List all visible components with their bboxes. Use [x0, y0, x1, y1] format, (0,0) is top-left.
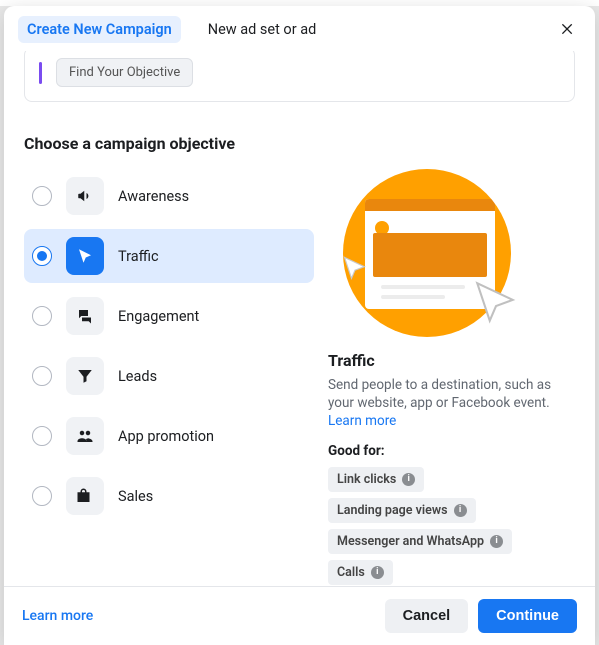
footer-learn-more-link[interactable]: Learn more	[22, 608, 93, 624]
close-icon[interactable]	[559, 20, 577, 38]
objective-awareness[interactable]: Awareness	[24, 169, 314, 223]
modal-body: Find Your Objective Choose a campaign ob…	[4, 51, 595, 586]
objective-list: Awareness Traffic Engagement	[24, 169, 314, 585]
good-for-label: Good for:	[328, 443, 575, 459]
chip-landing-page-views: Landing page views i	[328, 498, 476, 523]
radio-icon	[32, 246, 52, 266]
create-campaign-modal: Create New Campaign New ad set or ad Fin…	[4, 6, 595, 645]
chip-calls: Callsi	[328, 560, 393, 585]
chip-link-clicks: Link clicks i	[328, 467, 424, 492]
objective-leads[interactable]: Leads	[24, 349, 314, 403]
radio-icon	[32, 306, 52, 326]
chip-messenger-whatsapp: Messenger and WhatsApp i	[328, 529, 512, 554]
info-icon[interactable]: i	[371, 566, 384, 579]
objective-detail: Traffic Send people to a destination, su…	[324, 169, 575, 585]
objective-app-promotion[interactable]: App promotion	[24, 409, 314, 463]
detail-title: Traffic	[328, 351, 575, 370]
funnel-icon	[66, 357, 104, 395]
modal-footer: Learn more Cancel Continue	[4, 586, 595, 645]
modal-tabs: Create New Campaign New ad set or ad	[4, 6, 595, 51]
info-icon[interactable]: i	[402, 473, 415, 486]
chip-label: Landing page views	[337, 503, 448, 518]
objective-label: Awareness	[118, 188, 189, 205]
chat-icon	[66, 297, 104, 335]
objective-label: Leads	[118, 368, 157, 385]
find-objective-card: Find Your Objective	[24, 51, 575, 102]
objective-label: Engagement	[118, 308, 199, 325]
radio-icon	[32, 486, 52, 506]
objective-sales[interactable]: Sales	[24, 469, 314, 523]
tab-new-ad-set-or-ad[interactable]: New ad set or ad	[199, 16, 326, 43]
chip-label: Messenger and WhatsApp	[337, 534, 484, 549]
cancel-button[interactable]: Cancel	[385, 599, 469, 633]
section-title: Choose a campaign objective	[24, 134, 575, 153]
chip-label: Link clicks	[337, 472, 396, 487]
objective-traffic[interactable]: Traffic	[24, 229, 314, 283]
tab-create-new-campaign[interactable]: Create New Campaign	[18, 16, 181, 43]
objective-label: Sales	[118, 488, 153, 505]
detail-description-text: Send people to a destination, such as yo…	[328, 377, 551, 411]
detail-learn-more-link[interactable]: Learn more	[328, 413, 396, 429]
radio-icon	[32, 426, 52, 446]
objective-label: Traffic	[118, 248, 159, 265]
bag-icon	[66, 477, 104, 515]
good-for-chips: Link clicks i Landing page views i Messeng…	[328, 467, 575, 585]
radio-icon	[32, 366, 52, 386]
continue-button[interactable]: Continue	[478, 599, 577, 633]
objective-engagement[interactable]: Engagement	[24, 289, 314, 343]
chip-label: Calls	[337, 565, 365, 580]
radio-icon	[32, 186, 52, 206]
cursor-icon	[66, 237, 104, 275]
info-icon[interactable]: i	[454, 504, 467, 517]
objective-label: App promotion	[118, 428, 214, 445]
find-your-objective-button[interactable]: Find Your Objective	[56, 58, 193, 87]
megaphone-icon	[66, 177, 104, 215]
detail-description: Send people to a destination, such as yo…	[328, 376, 575, 431]
info-icon[interactable]: i	[490, 535, 503, 548]
people-icon	[66, 417, 104, 455]
accent-stripe	[39, 62, 42, 84]
